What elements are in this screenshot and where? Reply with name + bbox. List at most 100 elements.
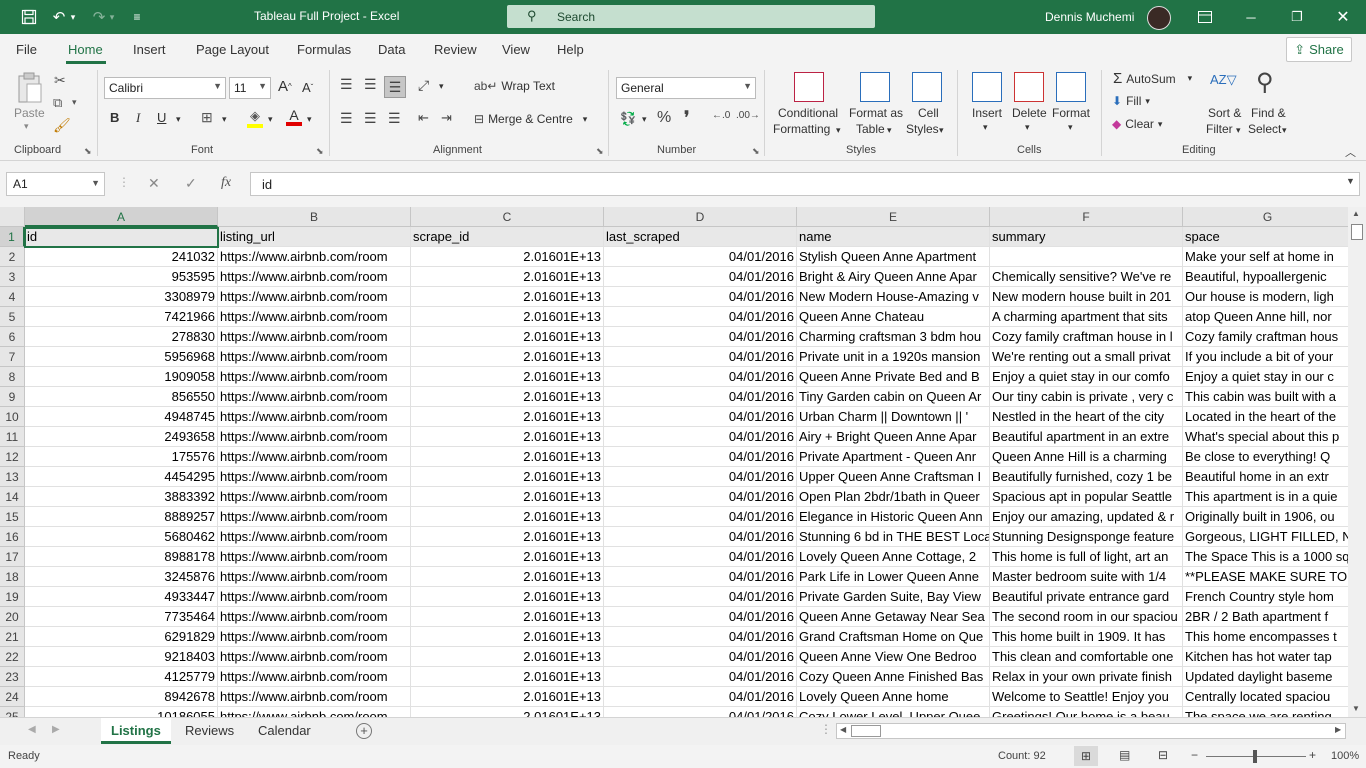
tab-help[interactable]: Help [557, 42, 584, 57]
table-cell[interactable]: 2.01601E+13 [411, 307, 604, 327]
table-cell[interactable]: Park Life in Lower Queen Anne [797, 567, 990, 587]
table-cell[interactable]: Originally built in 1906, ou [1183, 507, 1348, 527]
table-cell[interactable]: 7421966 [25, 307, 218, 327]
table-cell[interactable]: 04/01/2016 [604, 387, 797, 407]
table-cell[interactable]: 5956968 [25, 347, 218, 367]
table-cell[interactable]: Charming craftsman 3 bdm hou [797, 327, 990, 347]
row-header[interactable]: 7 [0, 347, 25, 367]
table-cell[interactable]: Centrally located spaciou [1183, 687, 1348, 707]
table-cell[interactable]: 04/01/2016 [604, 367, 797, 387]
table-cell[interactable]: Relax in your own private finish [990, 667, 1183, 687]
vertical-scrollbar[interactable]: ▲ ▼ [1348, 207, 1366, 717]
column-header-c[interactable]: C [411, 207, 604, 227]
close-button[interactable]: ✕ [1320, 0, 1366, 34]
row-header[interactable]: 10 [0, 407, 25, 427]
ribbon-display-options-icon[interactable] [1182, 0, 1228, 34]
table-cell[interactable]: https://www.airbnb.com/room [218, 487, 411, 507]
table-cell[interactable]: 9218403 [25, 647, 218, 667]
header-cell[interactable]: listing_url [218, 227, 411, 247]
table-cell[interactable]: 04/01/2016 [604, 327, 797, 347]
cut-icon[interactable]: ✂ [54, 72, 66, 89]
paste-button[interactable] [14, 72, 46, 106]
decrease-font-size-icon[interactable]: Aˇ [302, 80, 313, 95]
middle-align-icon[interactable]: ☰ [364, 76, 377, 93]
table-cell[interactable]: Cozy family craftman house in l [990, 327, 1183, 347]
sheet-tab-listings[interactable]: Listings [101, 718, 171, 744]
table-cell[interactable]: 2.01601E+13 [411, 407, 604, 427]
scroll-down-icon[interactable]: ▼ [1352, 704, 1360, 713]
collapse-ribbon-icon[interactable]: ︿ [1345, 144, 1356, 160]
table-cell[interactable]: New modern house built in 201 [990, 287, 1183, 307]
merge-centre-button[interactable]: ⊟ Merge & Centre ▾ [474, 112, 587, 126]
table-cell[interactable]: 04/01/2016 [604, 247, 797, 267]
table-cell[interactable]: 2.01601E+13 [411, 527, 604, 547]
font-color-icon[interactable]: A [286, 108, 302, 126]
table-cell[interactable]: 2.01601E+13 [411, 427, 604, 447]
column-header-g[interactable]: G [1183, 207, 1348, 227]
table-cell[interactable]: 04/01/2016 [604, 647, 797, 667]
paste-dropdown-icon[interactable]: ▾ [24, 121, 29, 132]
table-cell[interactable]: 4125779 [25, 667, 218, 687]
table-cell[interactable]: atop Queen Anne hill, nor [1183, 307, 1348, 327]
table-cell[interactable]: https://www.airbnb.com/room [218, 267, 411, 287]
row-header[interactable]: 5 [0, 307, 25, 327]
table-cell[interactable]: 2.01601E+13 [411, 487, 604, 507]
fill-color-dropdown-icon[interactable]: ▾ [268, 114, 273, 125]
row-header[interactable]: 21 [0, 627, 25, 647]
table-cell[interactable]: https://www.airbnb.com/room [218, 427, 411, 447]
table-cell[interactable]: 2.01601E+13 [411, 687, 604, 707]
column-header-e[interactable]: E [797, 207, 990, 227]
align-center-icon[interactable]: ☰ [364, 110, 377, 127]
tab-review[interactable]: Review [434, 42, 477, 57]
table-cell[interactable]: We're renting out a small privat [990, 347, 1183, 367]
zoom-in-icon[interactable]: + [1309, 748, 1316, 762]
table-cell[interactable]: 2.01601E+13 [411, 587, 604, 607]
search-box[interactable]: ⚲ Search [507, 5, 875, 28]
borders-icon[interactable]: ⊞ [201, 109, 213, 126]
tab-home[interactable]: Home [68, 42, 103, 57]
decrease-indent-icon[interactable]: ⇤ [418, 110, 429, 126]
header-cell[interactable]: last_scraped [604, 227, 797, 247]
row-header[interactable]: 17 [0, 547, 25, 567]
table-cell[interactable]: 2.01601E+13 [411, 707, 604, 717]
table-cell[interactable]: Be close to everything! Q [1183, 447, 1348, 467]
table-cell[interactable]: 04/01/2016 [604, 267, 797, 287]
table-cell[interactable]: Queen Anne Getaway Near Sea [797, 607, 990, 627]
table-cell[interactable]: Stylish Queen Anne Apartment [797, 247, 990, 267]
table-cell[interactable]: Lovely Queen Anne Cottage, 2 [797, 547, 990, 567]
table-cell[interactable]: 04/01/2016 [604, 407, 797, 427]
table-cell[interactable]: Cozy Queen Anne Finished Bas [797, 667, 990, 687]
table-cell[interactable]: 2.01601E+13 [411, 467, 604, 487]
row-header[interactable]: 8 [0, 367, 25, 387]
table-cell[interactable]: https://www.airbnb.com/room [218, 467, 411, 487]
table-cell[interactable]: 2493658 [25, 427, 218, 447]
table-cell[interactable]: Stunning 6 bd in THE BEST Locat [797, 527, 990, 547]
orientation-dropdown-icon[interactable]: ▾ [439, 81, 444, 92]
table-cell[interactable]: Private Apartment - Queen Anr [797, 447, 990, 467]
table-cell[interactable]: 04/01/2016 [604, 707, 797, 717]
percent-style-icon[interactable]: % [657, 109, 671, 127]
table-cell[interactable]: Bright & Airy Queen Anne Apar [797, 267, 990, 287]
sheet-tab-reviews[interactable]: Reviews [175, 718, 244, 744]
table-cell[interactable]: Tiny Garden cabin on Queen Ar [797, 387, 990, 407]
font-launcher-icon[interactable]: ⬊ [316, 146, 324, 157]
table-cell[interactable]: https://www.airbnb.com/room [218, 247, 411, 267]
table-cell[interactable]: Private unit in a 1920s mansion [797, 347, 990, 367]
expand-formula-bar-icon[interactable]: ▼ [1346, 176, 1355, 186]
table-cell[interactable]: 2.01601E+13 [411, 387, 604, 407]
worksheet-grid[interactable]: ABCDEFG 1 id listing_url scrape_id last_scra… [0, 207, 1348, 717]
clear-button[interactable]: ◆ Clear ▾ [1112, 117, 1162, 131]
table-cell[interactable]: The Space This is a 1000 sq [1183, 547, 1348, 567]
undo-dropdown-icon[interactable]: ▾ [66, 0, 80, 34]
fill-button[interactable]: ⬇ Fill ▾ [1112, 94, 1150, 108]
cancel-icon[interactable]: ✕ [148, 175, 160, 192]
table-cell[interactable]: Enjoy a quiet stay in our c [1183, 367, 1348, 387]
user-name[interactable]: Dennis Muchemi [1045, 10, 1134, 24]
row-header[interactable]: 11 [0, 427, 25, 447]
restore-button[interactable]: ❐ [1274, 0, 1320, 34]
table-cell[interactable]: https://www.airbnb.com/room [218, 707, 411, 717]
table-cell[interactable]: https://www.airbnb.com/room [218, 307, 411, 327]
table-cell[interactable]: 04/01/2016 [604, 347, 797, 367]
table-cell[interactable]: https://www.airbnb.com/room [218, 587, 411, 607]
table-cell[interactable]: Cozy Lower Level, Upper Quee [797, 707, 990, 717]
